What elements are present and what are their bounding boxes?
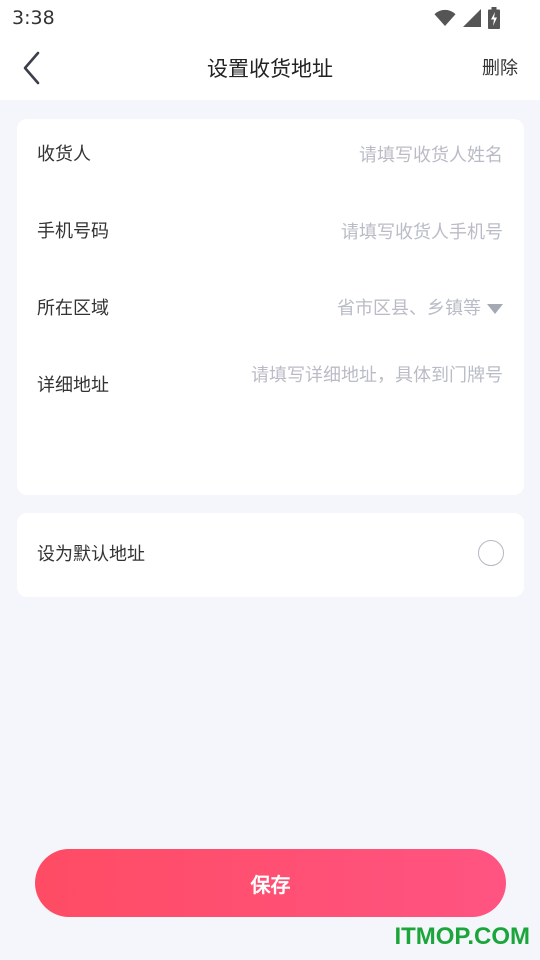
status-time: 3:38	[12, 7, 55, 29]
header-area: 3:38 设置收货地址 删除	[0, 0, 540, 100]
default-address-radio[interactable]	[478, 540, 504, 566]
detail-address-textarea[interactable]	[217, 363, 503, 473]
address-form-card: 收货人 手机号码 所在区域 省市区县、乡镇等 详细地址	[17, 119, 524, 495]
battery-charging-icon	[488, 7, 500, 29]
default-address-card: 设为默认地址	[17, 513, 524, 597]
wifi-icon	[434, 9, 456, 26]
save-button[interactable]: 保存	[35, 849, 506, 917]
detail-label: 详细地址	[37, 375, 109, 396]
watermark-text: ITMOP.COM	[394, 923, 530, 950]
region-placeholder: 省市区县、乡镇等	[337, 298, 481, 319]
nav-bar: 设置收货地址 删除	[0, 36, 540, 100]
recipient-label: 收货人	[37, 144, 91, 165]
page-title: 设置收货地址	[207, 57, 333, 81]
caret-down-icon	[487, 304, 503, 314]
region-label: 所在区域	[37, 298, 109, 319]
phone-label: 手机号码	[37, 221, 109, 242]
status-bar: 3:38	[0, 0, 540, 36]
region-select[interactable]: 省市区县、乡镇等	[337, 297, 503, 321]
recipient-row: 收货人	[17, 135, 524, 175]
recipient-input[interactable]	[203, 139, 503, 171]
region-row: 所在区域 省市区县、乡镇等	[17, 289, 524, 329]
phone-row: 手机号码	[17, 212, 524, 252]
delete-button[interactable]: 删除	[482, 56, 518, 82]
phone-input[interactable]	[203, 216, 503, 248]
status-icons	[434, 7, 500, 29]
default-address-label: 设为默认地址	[37, 544, 145, 565]
signal-icon	[463, 9, 481, 27]
